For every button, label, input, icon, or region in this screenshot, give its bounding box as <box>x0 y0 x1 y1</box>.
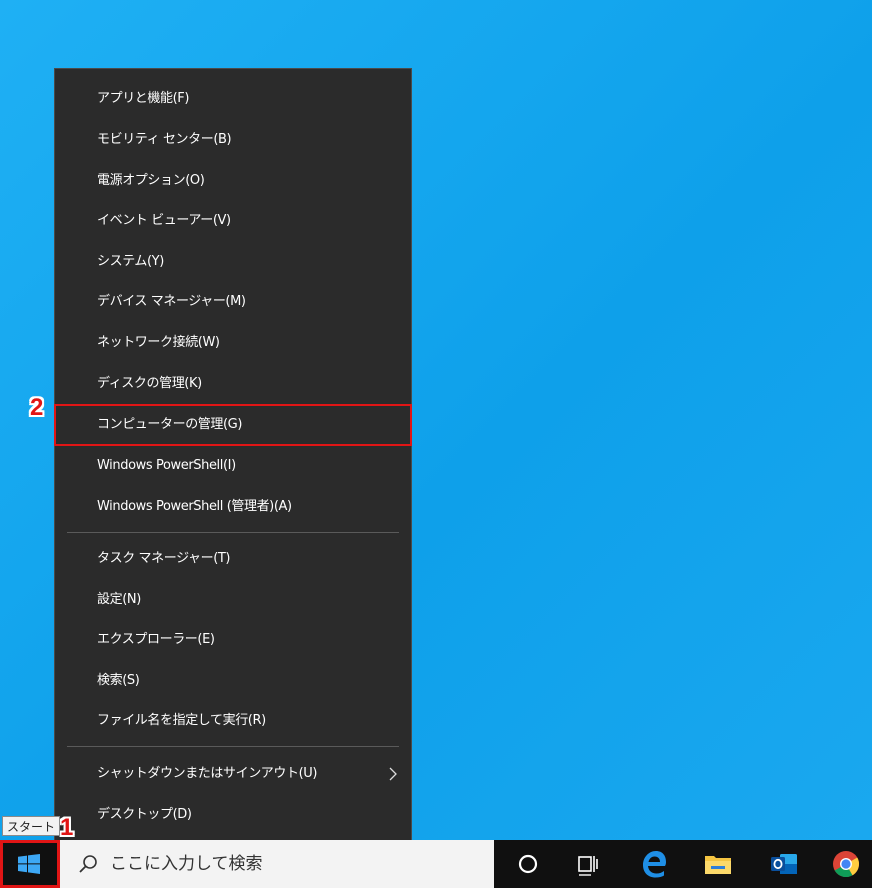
menu-item-system[interactable]: システム(Y) <box>55 242 411 282</box>
menu-item-shutdown-signout[interactable]: シャットダウンまたはサインアウト(U) <box>55 754 411 794</box>
menu-separator <box>67 532 399 533</box>
menu-item-settings[interactable]: 設定(N) <box>55 580 411 620</box>
menu-item-search[interactable]: 検索(S) <box>55 661 411 701</box>
menu-item-power-options[interactable]: 電源オプション(O) <box>55 161 411 201</box>
menu-item-powershell-admin[interactable]: Windows PowerShell (管理者)(A) <box>55 487 411 527</box>
menu-item-event-viewer[interactable]: イベント ビューアー(V) <box>55 201 411 241</box>
menu-separator <box>67 746 399 747</box>
search-placeholder: ここに入力して検索 <box>110 854 263 874</box>
menu-item-computer-management[interactable]: コンピューターの管理(G) <box>54 404 412 446</box>
windows-logo-icon <box>18 854 40 874</box>
start-tooltip: スタート <box>2 816 61 836</box>
chevron-right-icon <box>389 767 397 781</box>
menu-item-desktop[interactable]: デスクトップ(D) <box>55 795 411 835</box>
start-button[interactable] <box>0 840 60 888</box>
menu-item-label: シャットダウンまたはサインアウト(U) <box>97 766 318 781</box>
menu-item-task-manager[interactable]: タスク マネージャー(T) <box>55 539 411 579</box>
menu-item-disk-management[interactable]: ディスクの管理(K) <box>55 364 411 404</box>
taskbar: ここに入力して検索 <box>0 840 872 888</box>
winx-context-menu: アプリと機能(F) モビリティ センター(B) 電源オプション(O) イベント … <box>54 68 412 844</box>
edge-icon[interactable] <box>638 848 670 880</box>
menu-item-apps-features[interactable]: アプリと機能(F) <box>55 79 411 119</box>
menu-item-run[interactable]: ファイル名を指定して実行(R) <box>55 701 411 741</box>
step-1-annotation: 1 <box>60 814 74 841</box>
menu-item-device-manager[interactable]: デバイス マネージャー(M) <box>55 282 411 322</box>
file-explorer-icon[interactable] <box>702 848 734 880</box>
menu-item-mobility-center[interactable]: モビリティ センター(B) <box>55 120 411 160</box>
search-icon <box>79 855 97 873</box>
chrome-icon[interactable] <box>830 848 862 880</box>
menu-item-explorer[interactable]: エクスプローラー(E) <box>55 620 411 660</box>
menu-item-network-connections[interactable]: ネットワーク接続(W) <box>55 323 411 363</box>
step-2-annotation: 2 <box>30 394 44 421</box>
cortana-icon[interactable] <box>512 848 544 880</box>
outlook-icon[interactable] <box>768 848 800 880</box>
taskbar-search-box[interactable]: ここに入力して検索 <box>60 840 494 888</box>
task-view-icon[interactable] <box>572 848 604 880</box>
menu-item-powershell[interactable]: Windows PowerShell(I) <box>55 446 411 486</box>
